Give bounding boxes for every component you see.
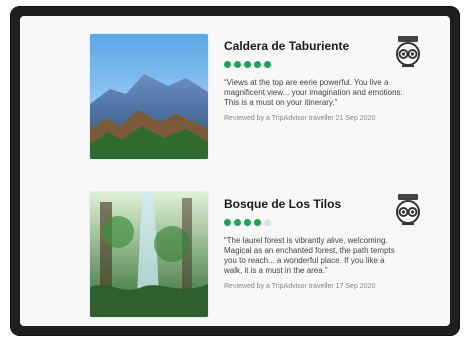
attraction-info: Caldera de Taburiente “Views at the top … xyxy=(224,34,420,123)
rating-dot xyxy=(234,61,241,68)
rating-dot xyxy=(224,219,231,226)
attraction-title[interactable]: Caldera de Taburiente xyxy=(224,40,384,53)
rating-dots xyxy=(224,61,420,68)
rating-dot xyxy=(224,61,231,68)
rating-dot xyxy=(244,61,251,68)
rating-dot xyxy=(234,219,241,226)
review-text: “The laurel forest is vibrantly alive, w… xyxy=(224,236,395,275)
review-text: “Views at the top are eerie powerful. Yo… xyxy=(224,78,403,107)
attraction-image xyxy=(90,34,208,159)
review-meta: Reviewed by a TripAdvisor traveller 21 S… xyxy=(224,115,376,122)
rating-dot xyxy=(264,61,271,68)
rating-dot xyxy=(264,219,271,226)
attraction-card[interactable]: Caldera de Taburiente “Views at the top … xyxy=(90,34,420,174)
tripadvisor-badge-icon xyxy=(396,36,420,67)
forest-waterfall-image xyxy=(90,192,208,317)
attraction-info: Bosque de Los Tilos “The laurel forest i… xyxy=(224,192,420,291)
review-meta: Reviewed by a TripAdvisor traveller 17 S… xyxy=(224,283,376,290)
screen: Caldera de Taburiente “Views at the top … xyxy=(20,16,450,326)
device-frame: Caldera de Taburiente “Views at the top … xyxy=(10,6,460,336)
tripadvisor-badge-icon xyxy=(396,194,420,225)
attraction-title[interactable]: Bosque de Los Tilos xyxy=(224,198,384,211)
rating-dot xyxy=(254,219,261,226)
mountain-landscape-image xyxy=(90,34,208,159)
rating-dots xyxy=(224,219,420,226)
attraction-image xyxy=(90,192,208,317)
rating-dot xyxy=(254,61,261,68)
attraction-card[interactable]: Bosque de Los Tilos “The laurel forest i… xyxy=(90,192,420,326)
rating-dot xyxy=(244,219,251,226)
